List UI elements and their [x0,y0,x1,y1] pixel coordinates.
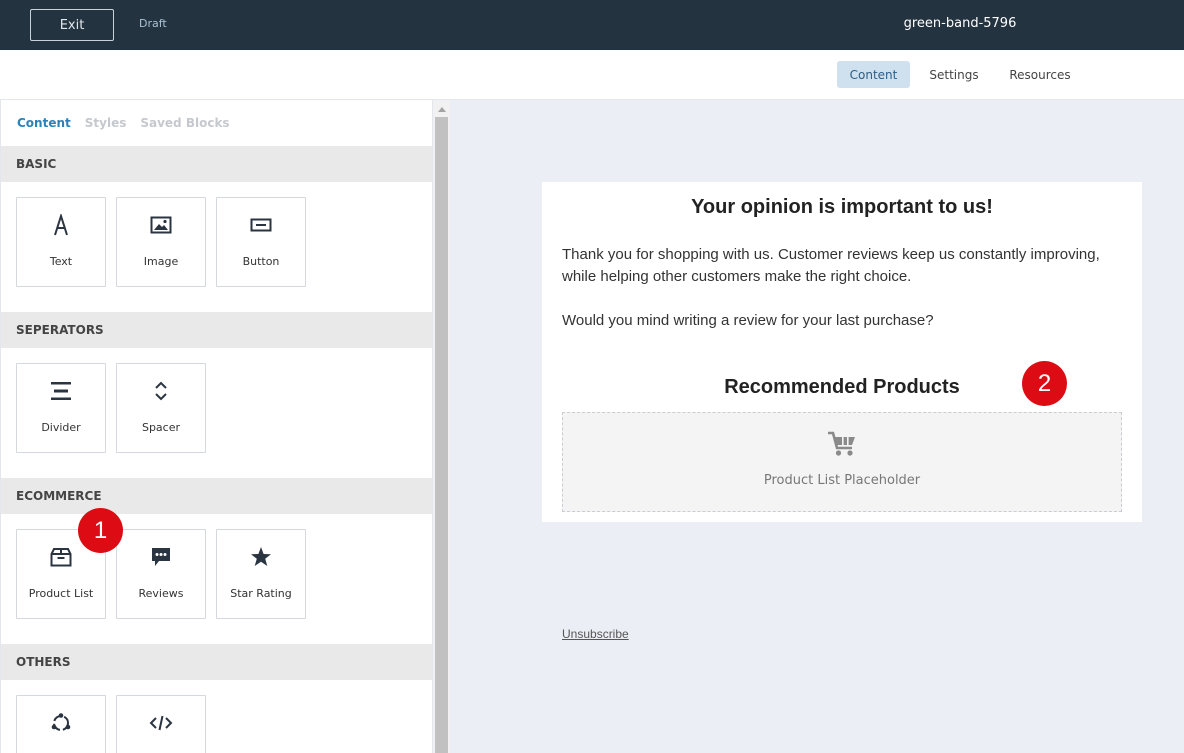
block-label: Divider [41,421,81,434]
email-heading[interactable]: Your opinion is important to us! [542,196,1142,219]
panel-tab-styles[interactable]: Styles [85,116,127,130]
block-label: Text [49,255,73,268]
placeholder-label: Product List Placeholder [763,473,921,488]
tab-resources[interactable]: Resources [1000,61,1080,88]
scroll-up-arrow-icon[interactable] [433,100,450,117]
draft-status: Draft [139,17,167,30]
spacer-icon [117,380,205,402]
tab-settings[interactable]: Settings [918,61,990,88]
section-header-separators: SEPERATORS [1,312,432,348]
divider-icon [17,380,105,402]
scroll-thumb[interactable] [435,117,448,753]
code-icon [117,712,205,734]
tab-content[interactable]: Content [837,61,910,88]
panel-tab-saved-blocks[interactable]: Saved Blocks [140,116,229,130]
panel-tabs: Content Styles Saved Blocks [17,116,230,130]
annotation-badge-2: 2 [1022,361,1067,406]
block-text[interactable]: Text [16,197,106,287]
email-canvas: Your opinion is important to us! Thank y… [450,100,1184,753]
exit-button[interactable]: Exit [30,9,114,41]
block-reviews[interactable]: Reviews [116,529,206,619]
section-header-others: OTHERS [1,644,432,680]
text-icon [17,214,105,236]
button-icon [217,214,305,236]
document-title: green-band-5796 [903,16,1017,31]
block-social[interactable] [16,695,106,753]
block-image[interactable]: Image [116,197,206,287]
unsubscribe-link[interactable]: Unsubscribe [562,627,629,641]
block-star-rating[interactable]: Star Rating [216,529,306,619]
cart-icon [563,431,1121,457]
block-label: Spacer [141,421,181,434]
block-html[interactable] [116,695,206,753]
email-body[interactable]: Your opinion is important to us! Thank y… [542,182,1142,522]
block-label: Reviews [138,587,184,600]
block-button[interactable]: Button [216,197,306,287]
block-label: Image [143,255,179,268]
top-bar: Exit Draft green-band-5796 [0,0,1184,50]
email-paragraph-thanks[interactable]: Thank you for shopping with us. Customer… [562,244,1122,288]
section-header-basic: BASIC [1,146,432,182]
block-divider[interactable]: Divider [16,363,106,453]
block-label: Button [242,255,280,268]
chat-icon [117,546,205,568]
image-icon [117,214,205,236]
social-icon [17,712,105,734]
block-label: Star Rating [230,587,292,600]
block-spacer[interactable]: Spacer [116,363,206,453]
blocks-panel: Content Styles Saved Blocks BASIC Text I… [0,100,433,753]
editor-tab-bar: Content Settings Resources [0,50,1184,100]
section-header-ecommerce: ECOMMERCE [1,478,432,514]
annotation-badge-1: 1 [78,508,123,553]
panel-scrollbar[interactable] [433,100,450,753]
panel-tab-content[interactable]: Content [17,116,71,130]
star-icon [217,546,305,568]
block-label: Product List [28,587,94,600]
email-paragraph-request[interactable]: Would you mind writing a review for your… [562,310,1122,332]
product-list-placeholder[interactable]: Product List Placeholder [562,412,1122,512]
